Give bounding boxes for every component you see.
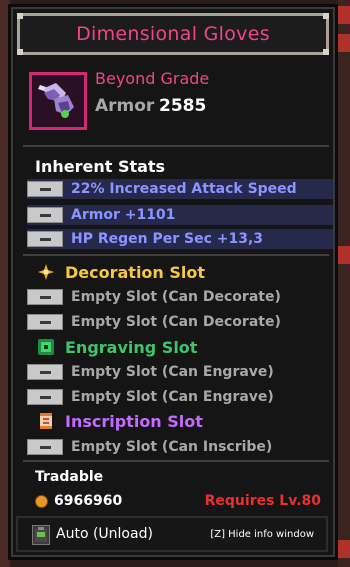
empty-slot-text: Empty Slot (Can Inscribe) (71, 439, 273, 455)
inherent-stats-title: Inherent Stats (35, 157, 166, 176)
title-corner (17, 49, 23, 55)
decoration-icon (37, 263, 55, 281)
inherent-stat-row: 22% Increased Attack Speed (27, 179, 333, 199)
dash-icon (27, 181, 63, 197)
title-corner (17, 13, 23, 19)
backpack-icon (35, 527, 47, 542)
item-name: Dimensional Gloves (76, 23, 270, 45)
empty-slot-text: Empty Slot (Can Engrave) (71, 364, 274, 380)
engraving-slot-row: Empty Slot (Can Engrave) (27, 387, 274, 407)
gold-value: 6966960 (54, 493, 123, 509)
level-requirement: Requires Lv.80 (204, 493, 321, 509)
inherent-stat-text: Armor +1101 (71, 207, 176, 223)
empty-slot-text: Empty Slot (Can Engrave) (71, 389, 274, 405)
background-red-block (338, 540, 350, 558)
dash-icon (27, 207, 63, 223)
title-corner (323, 49, 329, 55)
decoration-slot-title: Decoration Slot (65, 263, 206, 282)
item-grade: Beyond Grade (95, 69, 210, 88)
title-corner (323, 13, 329, 19)
background-red-block (338, 246, 350, 264)
auto-unload-button[interactable] (32, 525, 50, 545)
inscription-slot-row: Empty Slot (Can Inscribe) (27, 437, 272, 457)
inscription-slot-title: Inscription Slot (65, 412, 203, 431)
divider (23, 254, 329, 256)
inherent-stat-text: HP Regen Per Sec +13,3 (71, 231, 264, 247)
hide-info-window-hint[interactable]: [Z] Hide info window (210, 529, 314, 540)
gloves-icon (29, 72, 87, 130)
dash-icon (27, 389, 63, 405)
dash-icon (27, 364, 63, 380)
dash-icon (27, 231, 63, 247)
dash-icon (27, 314, 63, 330)
decoration-slot-row: Empty Slot (Can Decorate) (27, 312, 281, 332)
item-info-window: Dimensional Gloves Beyond Grade Armor 25… (8, 4, 338, 560)
inscription-icon (37, 412, 55, 430)
background-red-block (338, 6, 350, 24)
armor-value: 2585 (159, 96, 207, 116)
engraving-icon (37, 338, 55, 356)
engraving-slot-row: Empty Slot (Can Engrave) (27, 362, 274, 382)
gold-coin-icon (35, 495, 48, 508)
divider (23, 460, 329, 462)
tradable-label: Tradable (35, 469, 104, 485)
title-bar: Dimensional Gloves (17, 13, 329, 55)
divider (23, 145, 329, 147)
bottom-action-bar: Auto (Unload) [Z] Hide info window (16, 516, 328, 552)
background-red-block (338, 34, 350, 52)
dash-icon (27, 289, 63, 305)
empty-slot-text: Empty Slot (Can Decorate) (71, 289, 281, 305)
inherent-stat-row: Armor +1101 (27, 205, 333, 225)
inherent-stat-row: HP Regen Per Sec +13,3 (27, 229, 333, 249)
decoration-slot-row: Empty Slot (Can Decorate) (27, 287, 281, 307)
armor-label: Armor (95, 96, 155, 116)
dash-icon (27, 439, 63, 455)
background-right-edge (338, 0, 350, 567)
auto-unload-label[interactable]: Auto (Unload) (56, 526, 153, 542)
empty-slot-text: Empty Slot (Can Decorate) (71, 314, 281, 330)
inherent-stat-text: 22% Increased Attack Speed (71, 181, 297, 197)
engraving-slot-title: Engraving Slot (65, 338, 198, 357)
